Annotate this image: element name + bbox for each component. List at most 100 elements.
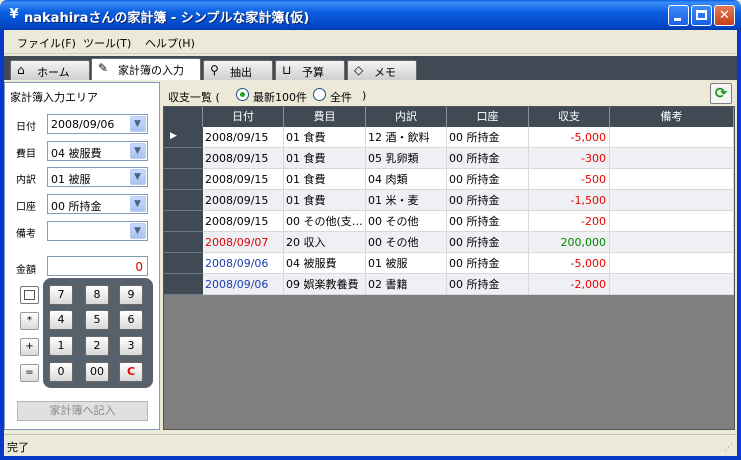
row-header[interactable]	[164, 274, 203, 295]
menu-file[interactable]: ファイル(F)	[17, 35, 76, 51]
close-button[interactable]: ✕	[714, 5, 735, 26]
table-row[interactable]: 2008/09/06 09 娯楽教養費 02 書籍 00 所持金 -2,000	[164, 274, 734, 295]
cell-amount[interactable]: -200	[529, 211, 610, 232]
row-header[interactable]: ▶	[164, 127, 203, 148]
cell-account[interactable]: 00 所持金	[447, 169, 529, 190]
cell-date[interactable]: 2008/09/06	[203, 274, 284, 295]
column-header-note[interactable]: 備考	[610, 107, 734, 127]
cell-note[interactable]	[610, 127, 734, 148]
tab-home[interactable]: ⌂ ホーム	[10, 60, 90, 80]
cell-category[interactable]: 00 その他(支…	[284, 211, 366, 232]
maximize-button[interactable]	[691, 5, 712, 26]
table-row[interactable]: 2008/09/15 00 その他(支… 00 その他 00 所持金 -200	[164, 211, 734, 232]
calc-key-4[interactable]: 4	[49, 310, 73, 330]
cell-date[interactable]: 2008/09/06	[203, 253, 284, 274]
tab-entry[interactable]: ✎ 家計簿の入力	[91, 58, 201, 80]
column-header-date[interactable]: 日付	[203, 107, 284, 127]
tab-memo[interactable]: ◇ メモ	[347, 60, 417, 80]
cell-note[interactable]	[610, 232, 734, 253]
cell-account[interactable]: 00 所持金	[447, 127, 529, 148]
chevron-down-icon[interactable]: ▼	[130, 196, 146, 212]
cell-category[interactable]: 01 食費	[284, 190, 366, 211]
cell-account[interactable]: 00 所持金	[447, 190, 529, 211]
minimize-button[interactable]	[668, 5, 689, 26]
cell-detail[interactable]: 01 米・麦	[366, 190, 447, 211]
cell-date[interactable]: 2008/09/15	[203, 148, 284, 169]
calc-key-00[interactable]: 00	[85, 362, 109, 382]
tab-budget[interactable]: ⊔ 予算	[275, 60, 345, 80]
row-header[interactable]	[164, 211, 203, 232]
row-header[interactable]	[164, 169, 203, 190]
cell-note[interactable]	[610, 274, 734, 295]
cell-category[interactable]: 09 娯楽教養費	[284, 274, 366, 295]
submit-entry-button[interactable]: 家計簿へ記入	[17, 401, 148, 421]
row-header[interactable]	[164, 190, 203, 211]
calc-key-9[interactable]: 9	[119, 285, 143, 305]
cell-amount[interactable]: 200,000	[529, 232, 610, 253]
calc-plus-button[interactable]: +	[20, 338, 39, 356]
cell-account[interactable]: 00 所持金	[447, 232, 529, 253]
filter-all-label[interactable]: 全件	[330, 89, 352, 105]
cell-amount[interactable]: -5,000	[529, 127, 610, 148]
table-row[interactable]: 2008/09/07 20 収入 00 その他 00 所持金 200,000	[164, 232, 734, 253]
cell-account[interactable]: 00 所持金	[447, 211, 529, 232]
calc-key-8[interactable]: 8	[85, 285, 109, 305]
cell-account[interactable]: 00 所持金	[447, 253, 529, 274]
cell-detail[interactable]: 00 その他	[366, 232, 447, 253]
cell-category[interactable]: 01 食費	[284, 127, 366, 148]
table-row[interactable]: ▶ 2008/09/15 01 食費 12 酒・飲料 00 所持金 -5,000	[164, 127, 734, 148]
chevron-down-icon[interactable]: ▼	[130, 116, 146, 132]
cell-detail[interactable]: 04 肉類	[366, 169, 447, 190]
cell-date[interactable]: 2008/09/15	[203, 211, 284, 232]
table-row[interactable]: 2008/09/06 04 被服費 01 被服 00 所持金 -5,000	[164, 253, 734, 274]
cell-note[interactable]	[610, 211, 734, 232]
cell-detail[interactable]: 00 その他	[366, 211, 447, 232]
table-row[interactable]: 2008/09/15 01 食費 04 肉類 00 所持金 -500	[164, 169, 734, 190]
row-header[interactable]	[164, 148, 203, 169]
column-header-account[interactable]: 口座	[447, 107, 529, 127]
chevron-down-icon[interactable]: ▼	[130, 169, 146, 185]
calc-multiply-button[interactable]: *	[20, 312, 39, 330]
filter-latest-radio[interactable]	[236, 88, 249, 101]
filter-all-radio[interactable]	[313, 88, 326, 101]
cell-note[interactable]	[610, 253, 734, 274]
calc-equals-button[interactable]: =	[20, 364, 39, 382]
calc-key-7[interactable]: 7	[49, 285, 73, 305]
chevron-down-icon[interactable]: ▼	[130, 223, 146, 239]
cell-note[interactable]	[610, 148, 734, 169]
detail-select[interactable]: 01 被服 ▼	[47, 167, 148, 187]
cell-category[interactable]: 04 被服費	[284, 253, 366, 274]
calc-key-3[interactable]: 3	[119, 336, 143, 356]
category-select[interactable]: 04 被服費 ▼	[47, 141, 148, 161]
refresh-icon[interactable]: ⟳	[710, 83, 732, 104]
cell-date[interactable]: 2008/09/07	[203, 232, 284, 253]
row-header[interactable]	[164, 232, 203, 253]
cell-category[interactable]: 01 食費	[284, 148, 366, 169]
cell-amount[interactable]: -500	[529, 169, 610, 190]
cell-account[interactable]: 00 所持金	[447, 274, 529, 295]
cell-date[interactable]: 2008/09/15	[203, 127, 284, 148]
cell-note[interactable]	[610, 190, 734, 211]
cell-detail[interactable]: 01 被服	[366, 253, 447, 274]
date-picker[interactable]: 2008/09/06 ▼	[47, 114, 148, 134]
filter-latest-label[interactable]: 最新100件	[253, 89, 307, 105]
row-header[interactable]	[164, 253, 203, 274]
calc-mode-checkbox[interactable]	[20, 286, 39, 304]
column-header-detail[interactable]: 内訳	[366, 107, 447, 127]
cell-date[interactable]: 2008/09/15	[203, 190, 284, 211]
calc-clear-button[interactable]: C	[119, 362, 143, 382]
account-select[interactable]: 00 所持金 ▼	[47, 194, 148, 214]
resize-grip-icon[interactable]: ⋰	[724, 443, 734, 453]
menu-help[interactable]: ヘルプ(H)	[145, 35, 195, 51]
note-select[interactable]: ▼	[47, 221, 148, 241]
table-row[interactable]: 2008/09/15 01 食費 01 米・麦 00 所持金 -1,500	[164, 190, 734, 211]
cell-amount[interactable]: -2,000	[529, 274, 610, 295]
amount-input[interactable]: 0	[47, 256, 148, 276]
column-header-category[interactable]: 費目	[284, 107, 366, 127]
cell-date[interactable]: 2008/09/15	[203, 169, 284, 190]
cell-category[interactable]: 20 収入	[284, 232, 366, 253]
table-row[interactable]: 2008/09/15 01 食費 05 乳卵類 00 所持金 -300	[164, 148, 734, 169]
cell-account[interactable]: 00 所持金	[447, 148, 529, 169]
chevron-down-icon[interactable]: ▼	[130, 143, 146, 159]
cell-category[interactable]: 01 食費	[284, 169, 366, 190]
